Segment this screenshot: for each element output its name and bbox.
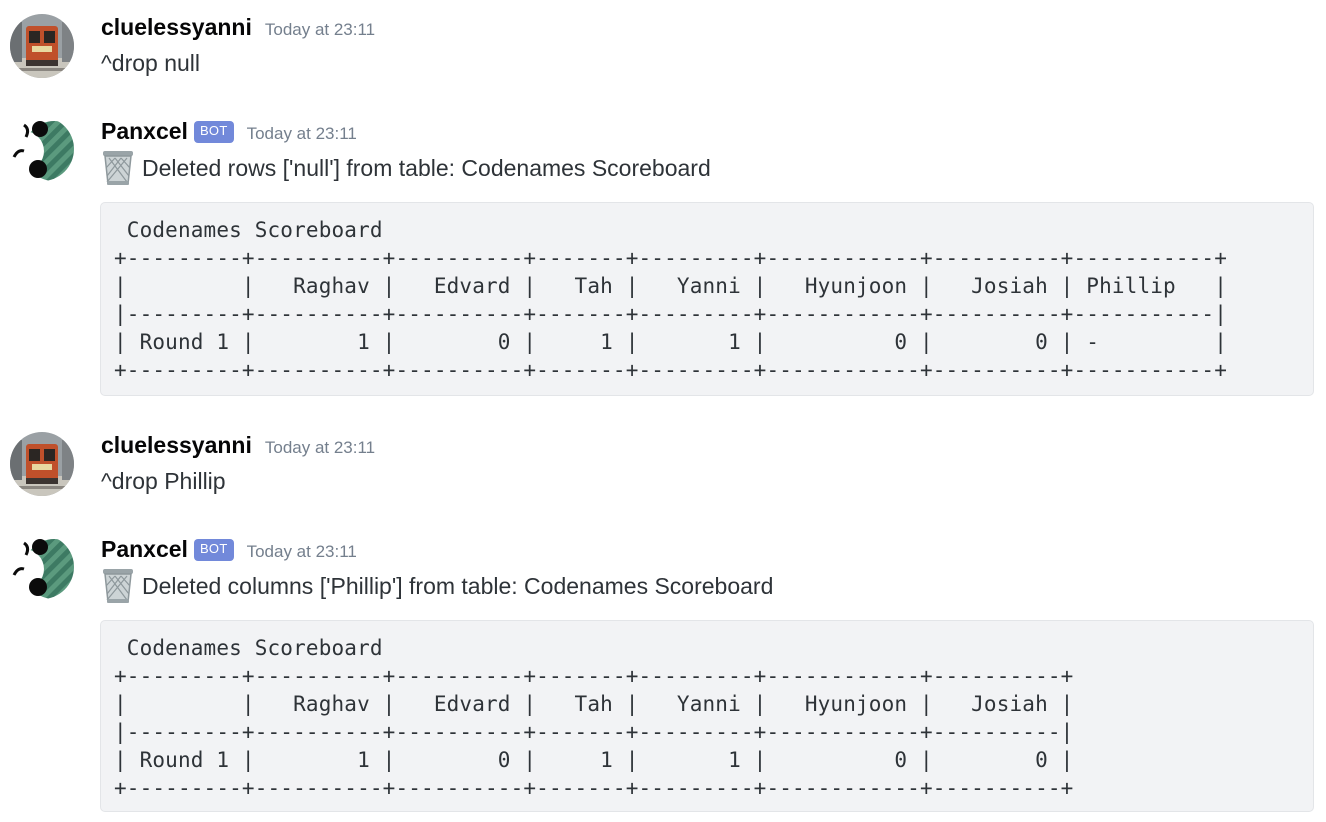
message-text: Deleted rows ['null'] from table: Codena… — [101, 150, 711, 186]
scoreboard-table: Codenames Scoreboard +---------+--------… — [114, 636, 1074, 800]
username[interactable]: cluelessyanni — [101, 14, 252, 41]
bot-badge: BOT — [193, 539, 234, 561]
avatar[interactable] — [10, 117, 74, 181]
timestamp: Today at 23:11 — [246, 124, 357, 143]
message-content: ^drop null — [101, 50, 201, 76]
wastebasket-icon — [101, 568, 135, 604]
wastebasket-icon — [101, 150, 135, 186]
message-content: Deleted columns ['Phillip'] from table: … — [142, 573, 774, 599]
message-text: ^drop Phillip — [101, 466, 226, 496]
message-header: Panxcel BOT Today at 23:11 — [101, 118, 357, 148]
avatar[interactable] — [10, 432, 74, 496]
timestamp: Today at 23:11 — [264, 20, 376, 39]
panda-icon — [10, 117, 74, 181]
train-icon — [10, 14, 74, 78]
message-panxcel-1: Panxcel BOT Today at 23:11 Deleted rows … — [0, 100, 1326, 410]
code-block: Codenames Scoreboard +---------+--------… — [100, 620, 1314, 812]
username[interactable]: Panxcel — [101, 118, 188, 145]
timestamp: Today at 23:11 — [264, 438, 376, 457]
timestamp: Today at 23:11 — [246, 542, 357, 561]
message-cluelessyanni-2: cluelessyanni Today at 23:11 ^drop Phill… — [0, 418, 1326, 518]
username[interactable]: Panxcel — [101, 536, 188, 563]
bot-badge: BOT — [193, 121, 234, 143]
username[interactable]: cluelessyanni — [101, 432, 252, 459]
avatar[interactable] — [10, 535, 74, 599]
message-text: Deleted columns ['Phillip'] from table: … — [101, 568, 773, 604]
message-panxcel-2: Panxcel BOT Today at 23:11 Deleted colum… — [0, 518, 1326, 818]
code-block: Codenames Scoreboard +---------+--------… — [100, 202, 1314, 396]
message-text: ^drop null — [101, 48, 200, 78]
panda-icon — [10, 535, 74, 599]
message-header: cluelessyanni Today at 23:11 — [101, 432, 375, 462]
scoreboard-table: Codenames Scoreboard +---------+--------… — [114, 218, 1227, 382]
message-cluelessyanni-1: cluelessyanni Today at 23:11 ^drop null — [0, 0, 1326, 100]
train-icon — [10, 432, 74, 496]
message-content: Deleted rows ['null'] from table: Codena… — [142, 155, 711, 181]
avatar[interactable] — [10, 14, 74, 78]
message-header: cluelessyanni Today at 23:11 — [101, 14, 375, 44]
message-content: ^drop Phillip — [101, 468, 226, 494]
message-header: Panxcel BOT Today at 23:11 — [101, 536, 357, 566]
